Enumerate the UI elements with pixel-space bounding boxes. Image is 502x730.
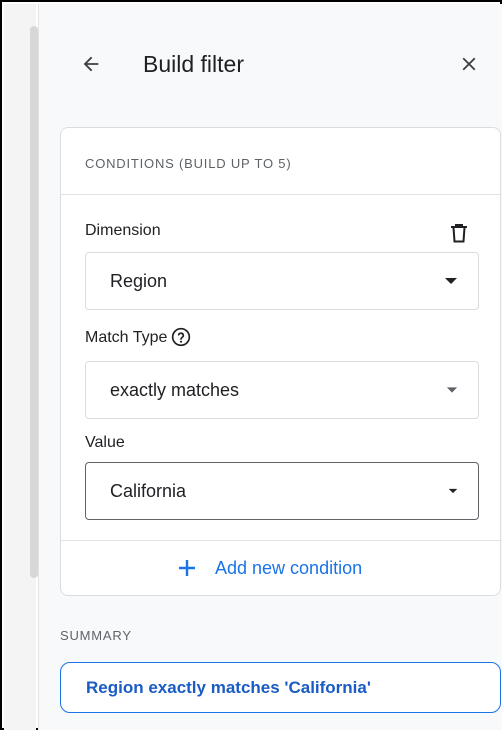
dimension-select[interactable]: Region — [85, 252, 479, 310]
plus-icon — [179, 560, 195, 576]
divider — [61, 540, 500, 541]
caret-down-icon — [448, 488, 458, 494]
match-type-select[interactable]: exactly matches — [85, 361, 479, 419]
value-label: Value — [85, 434, 125, 451]
arrow-left-icon — [83, 56, 99, 72]
trash-icon — [451, 224, 467, 243]
back-button[interactable] — [75, 48, 107, 80]
page-title: Build filter — [143, 51, 244, 77]
scrollbar[interactable] — [30, 26, 38, 578]
add-condition-label: Add new condition — [215, 557, 363, 578]
conditions-card: CONDITIONS (BUILD UP TO 5) Dimension Reg… — [60, 127, 501, 596]
build-filter-panel: Build filter CONDITIONS (BUILD UP TO 5) … — [38, 4, 502, 730]
caret-down-icon — [445, 278, 457, 284]
add-condition-button[interactable]: Add new condition — [177, 552, 362, 584]
conditions-heading: CONDITIONS (BUILD UP TO 5) — [85, 156, 292, 171]
dimension-value: Region — [110, 270, 168, 291]
summary-heading: SUMMARY — [60, 628, 132, 643]
help-circle-icon[interactable] — [171, 327, 191, 347]
panel-header: Build filter — [39, 4, 502, 114]
match-type-value: exactly matches — [110, 379, 240, 400]
divider — [61, 194, 500, 195]
value-value: California — [110, 480, 187, 501]
match-type-label: Match Type — [85, 327, 191, 348]
close-icon — [462, 57, 476, 71]
window-frame: Build filter CONDITIONS (BUILD UP TO 5) … — [0, 0, 502, 730]
close-button[interactable] — [453, 48, 485, 80]
caret-down-icon — [446, 387, 458, 393]
dimension-label: Dimension — [85, 222, 161, 239]
match-type-label-text: Match Type — [85, 329, 168, 347]
summary-chip[interactable]: Region exactly matches 'California' — [60, 662, 501, 713]
delete-condition-button[interactable] — [447, 220, 471, 246]
value-select[interactable]: California — [85, 462, 479, 520]
